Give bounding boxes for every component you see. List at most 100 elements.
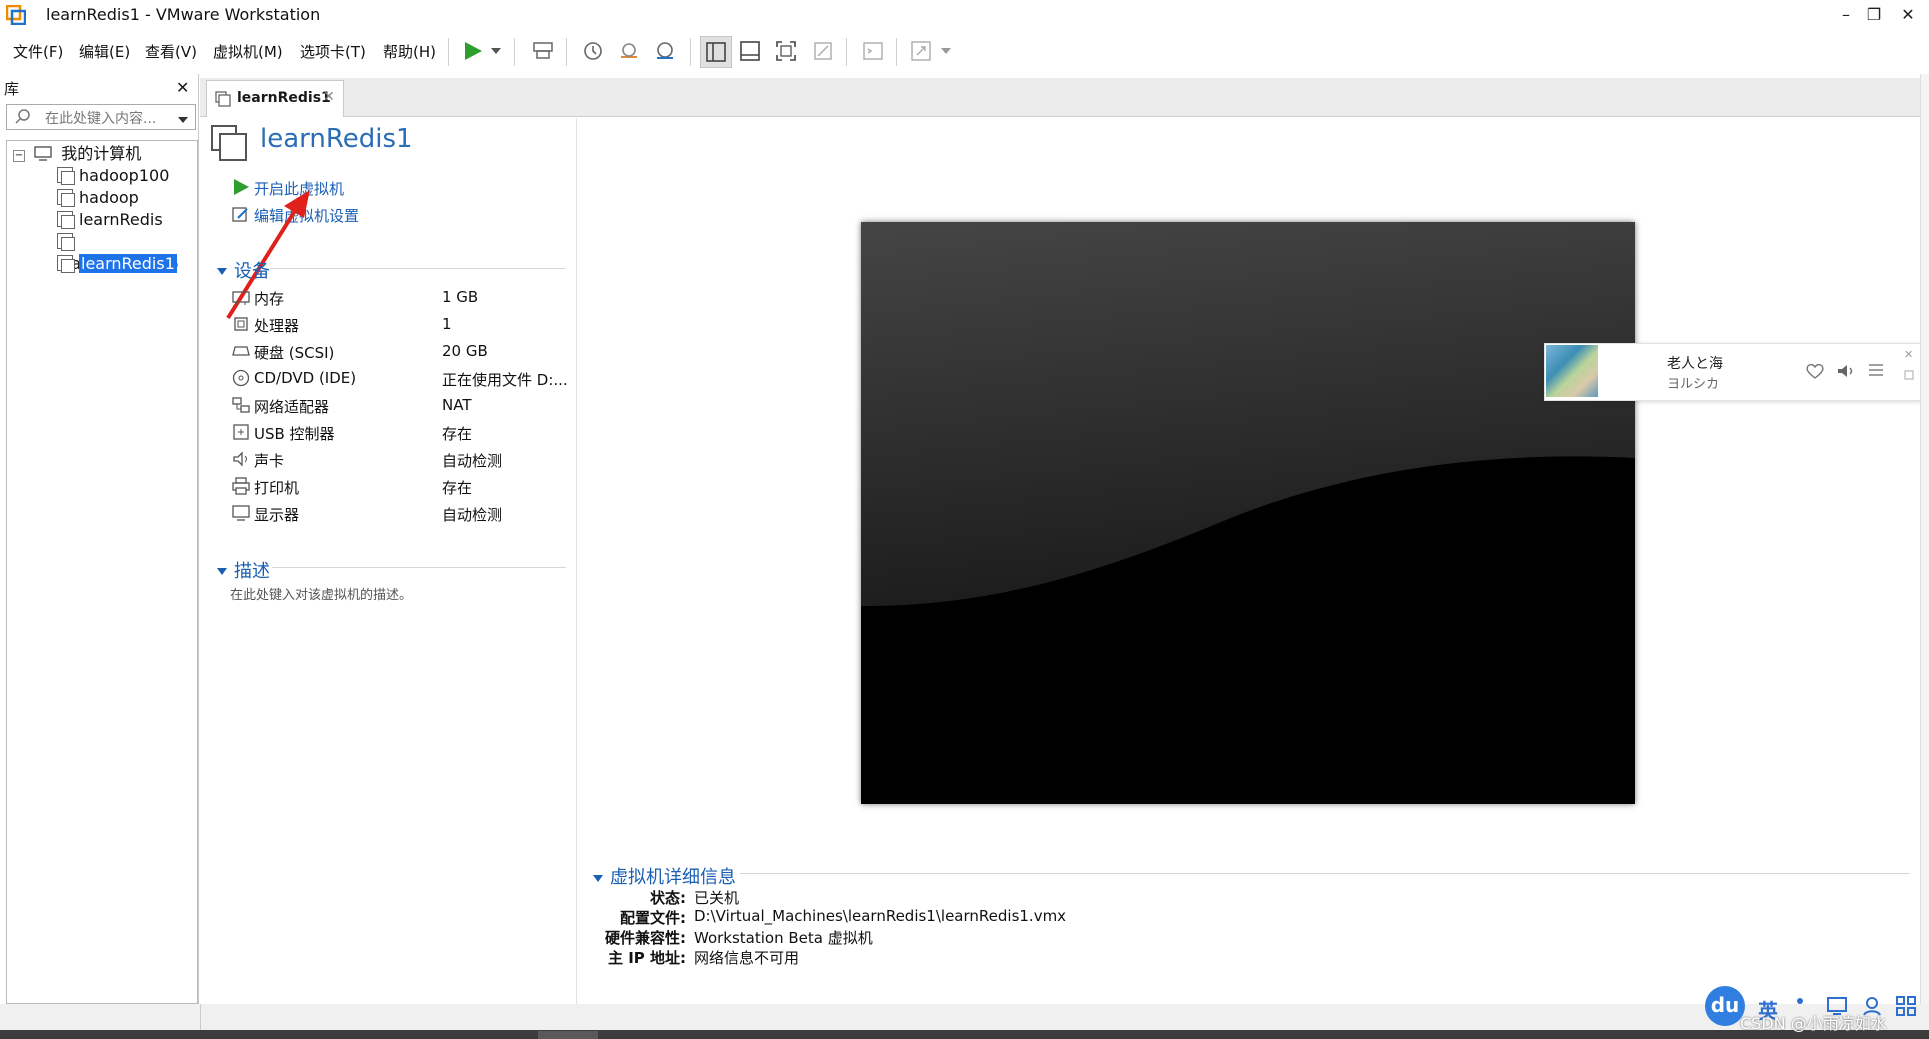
snapshot-icon[interactable] [578,36,608,66]
song-artist: ヨルシカ [1667,377,1720,392]
device-value: 1 [442,315,452,333]
detail-key-status: 状态: [650,889,686,907]
tree-root-label: 我的计算机 [61,144,142,163]
menu-vm[interactable]: 虚拟机(M) [213,41,283,62]
playlist-icon[interactable] [1867,362,1885,382]
menu-tabs[interactable]: 选项卡(T) [300,41,366,62]
vm-icon [215,91,231,111]
device-label[interactable]: 声卡 [254,450,284,471]
tree-item-learnredis1[interactable]: learnRedis1 [57,253,177,275]
device-value: 存在 [442,479,473,497]
devices-header[interactable]: 设备 [234,257,270,283]
panel-divider [576,118,577,1004]
tab-label: learnRedis1 [237,90,331,106]
cd-icon [232,369,250,391]
tab-close-icon[interactable]: ✕ [323,89,335,105]
detail-key-ip: 主 IP 地址: [607,949,686,967]
detail-value-ip: 网络信息不可用 [694,949,800,967]
vm-preview-screen[interactable] [861,222,1635,804]
vm-icon [57,167,75,185]
restore-button[interactable]: ❐ [1856,3,1892,27]
tree-item-selected-label: learnRedis1 [79,254,177,273]
vm-icon [57,255,75,273]
tree-item-hadoop100[interactable]: hadoop100 [57,165,169,187]
close-button[interactable]: ✕ [1890,3,1926,27]
menu-view[interactable]: 查看(V) [145,41,197,62]
vm-icon [57,189,75,207]
library-close-icon[interactable]: ✕ [176,78,189,97]
vm-icon [57,211,75,229]
device-label[interactable]: 硬盘 (SCSI) [254,342,334,363]
vertical-scrollbar[interactable] [1920,74,1929,1004]
description-placeholder[interactable]: 在此处键入对该虚拟机的描述。 [230,584,412,603]
hdd-icon [232,342,250,364]
send-ctrl-alt-del-icon[interactable] [528,36,558,66]
show-library-icon[interactable] [700,36,732,68]
search-icon [15,108,31,128]
ime-menu-grid-icon[interactable] [1896,996,1916,1020]
music-mini-player[interactable]: 老人と海 ヨルシカ ✕ [1544,343,1922,401]
collapse-triangle-icon[interactable] [216,263,228,281]
device-value: 正在使用文件 D:... [442,371,568,389]
device-label[interactable]: USB 控制器 [254,423,335,444]
menu-file[interactable]: 文件(F) [13,41,63,62]
toolbar-separator [566,38,567,66]
chevron-down-icon[interactable] [936,36,956,66]
device-label[interactable]: 打印机 [254,477,299,498]
detail-value-compat: Workstation Beta 虚拟机 [694,929,873,947]
device-value: 存在 [442,425,473,443]
song-title: 老人と海 [1667,356,1723,372]
network-icon [232,396,250,418]
full-screen-icon[interactable] [771,36,801,66]
device-label[interactable]: 处理器 [254,315,299,336]
expand-icon[interactable] [1904,366,1914,384]
tab-learnredis1[interactable]: learnRedis1 ✕ [206,80,344,117]
collapse-icon[interactable]: − [13,150,25,162]
memory-icon [232,288,250,310]
power-on-play-icon[interactable] [458,36,488,66]
tree-item-learnredis[interactable]: learnRedis [57,209,163,231]
menu-bar [0,30,1929,72]
chevron-down-icon[interactable] [177,111,189,129]
printer-icon [232,477,250,499]
chevron-down-icon[interactable] [486,36,506,66]
collapse-triangle-icon[interactable] [592,870,604,888]
unity-icon[interactable] [808,36,838,66]
console-view-icon[interactable] [858,36,888,66]
ime-punct-icon[interactable] [1797,998,1803,1004]
tree-root[interactable]: − 我的计算机 [13,143,141,165]
device-label[interactable]: 显示器 [254,504,299,525]
tree-item-hadoop[interactable]: hadoop [57,187,139,209]
library-search-box[interactable]: 在此处键入内容... [6,104,196,130]
vm-details-header[interactable]: 虚拟机详细信息 [610,863,736,889]
collapse-triangle-icon[interactable] [216,563,228,581]
show-thumbnail-bar-icon[interactable] [735,36,765,66]
tree-item-learncentos[interactable]: learnCentos7.6 [57,231,197,273]
device-label[interactable]: 内存 [254,288,284,309]
device-label[interactable]: CD/DVD (IDE) [254,369,356,387]
search-input[interactable]: 在此处键入内容... [45,108,156,128]
stretch-guest-icon[interactable] [906,36,936,66]
description-header[interactable]: 描述 [234,557,270,583]
volume-icon[interactable] [1836,362,1856,384]
device-value: 1 GB [442,288,479,306]
device-value: NAT [442,396,472,414]
detail-value-config: D:\Virtual_Machines\learnRedis1\learnRed… [694,907,1067,925]
detail-key-config: 配置文件: [620,909,686,927]
device-value: 20 GB [442,342,488,360]
baidu-ime-logo[interactable]: du [1705,986,1745,1026]
speaker-icon [232,450,250,472]
revert-snapshot-icon[interactable] [614,36,644,66]
close-icon[interactable]: ✕ [1904,348,1913,361]
device-value: 自动检测 [442,506,503,524]
menu-edit[interactable]: 编辑(E) [79,41,130,62]
library-tree: − 我的计算机 hadoop100 hadoop learnRedis lear… [6,140,198,1004]
heart-icon[interactable] [1805,362,1825,384]
taskbar-button[interactable] [538,1031,598,1039]
tab-strip [200,78,1920,117]
menu-help[interactable]: 帮助(H) [383,41,436,62]
usb-icon [232,423,250,445]
toolbar-separator [896,38,897,66]
device-label[interactable]: 网络适配器 [254,396,329,417]
snapshot-manager-icon[interactable] [650,36,680,66]
